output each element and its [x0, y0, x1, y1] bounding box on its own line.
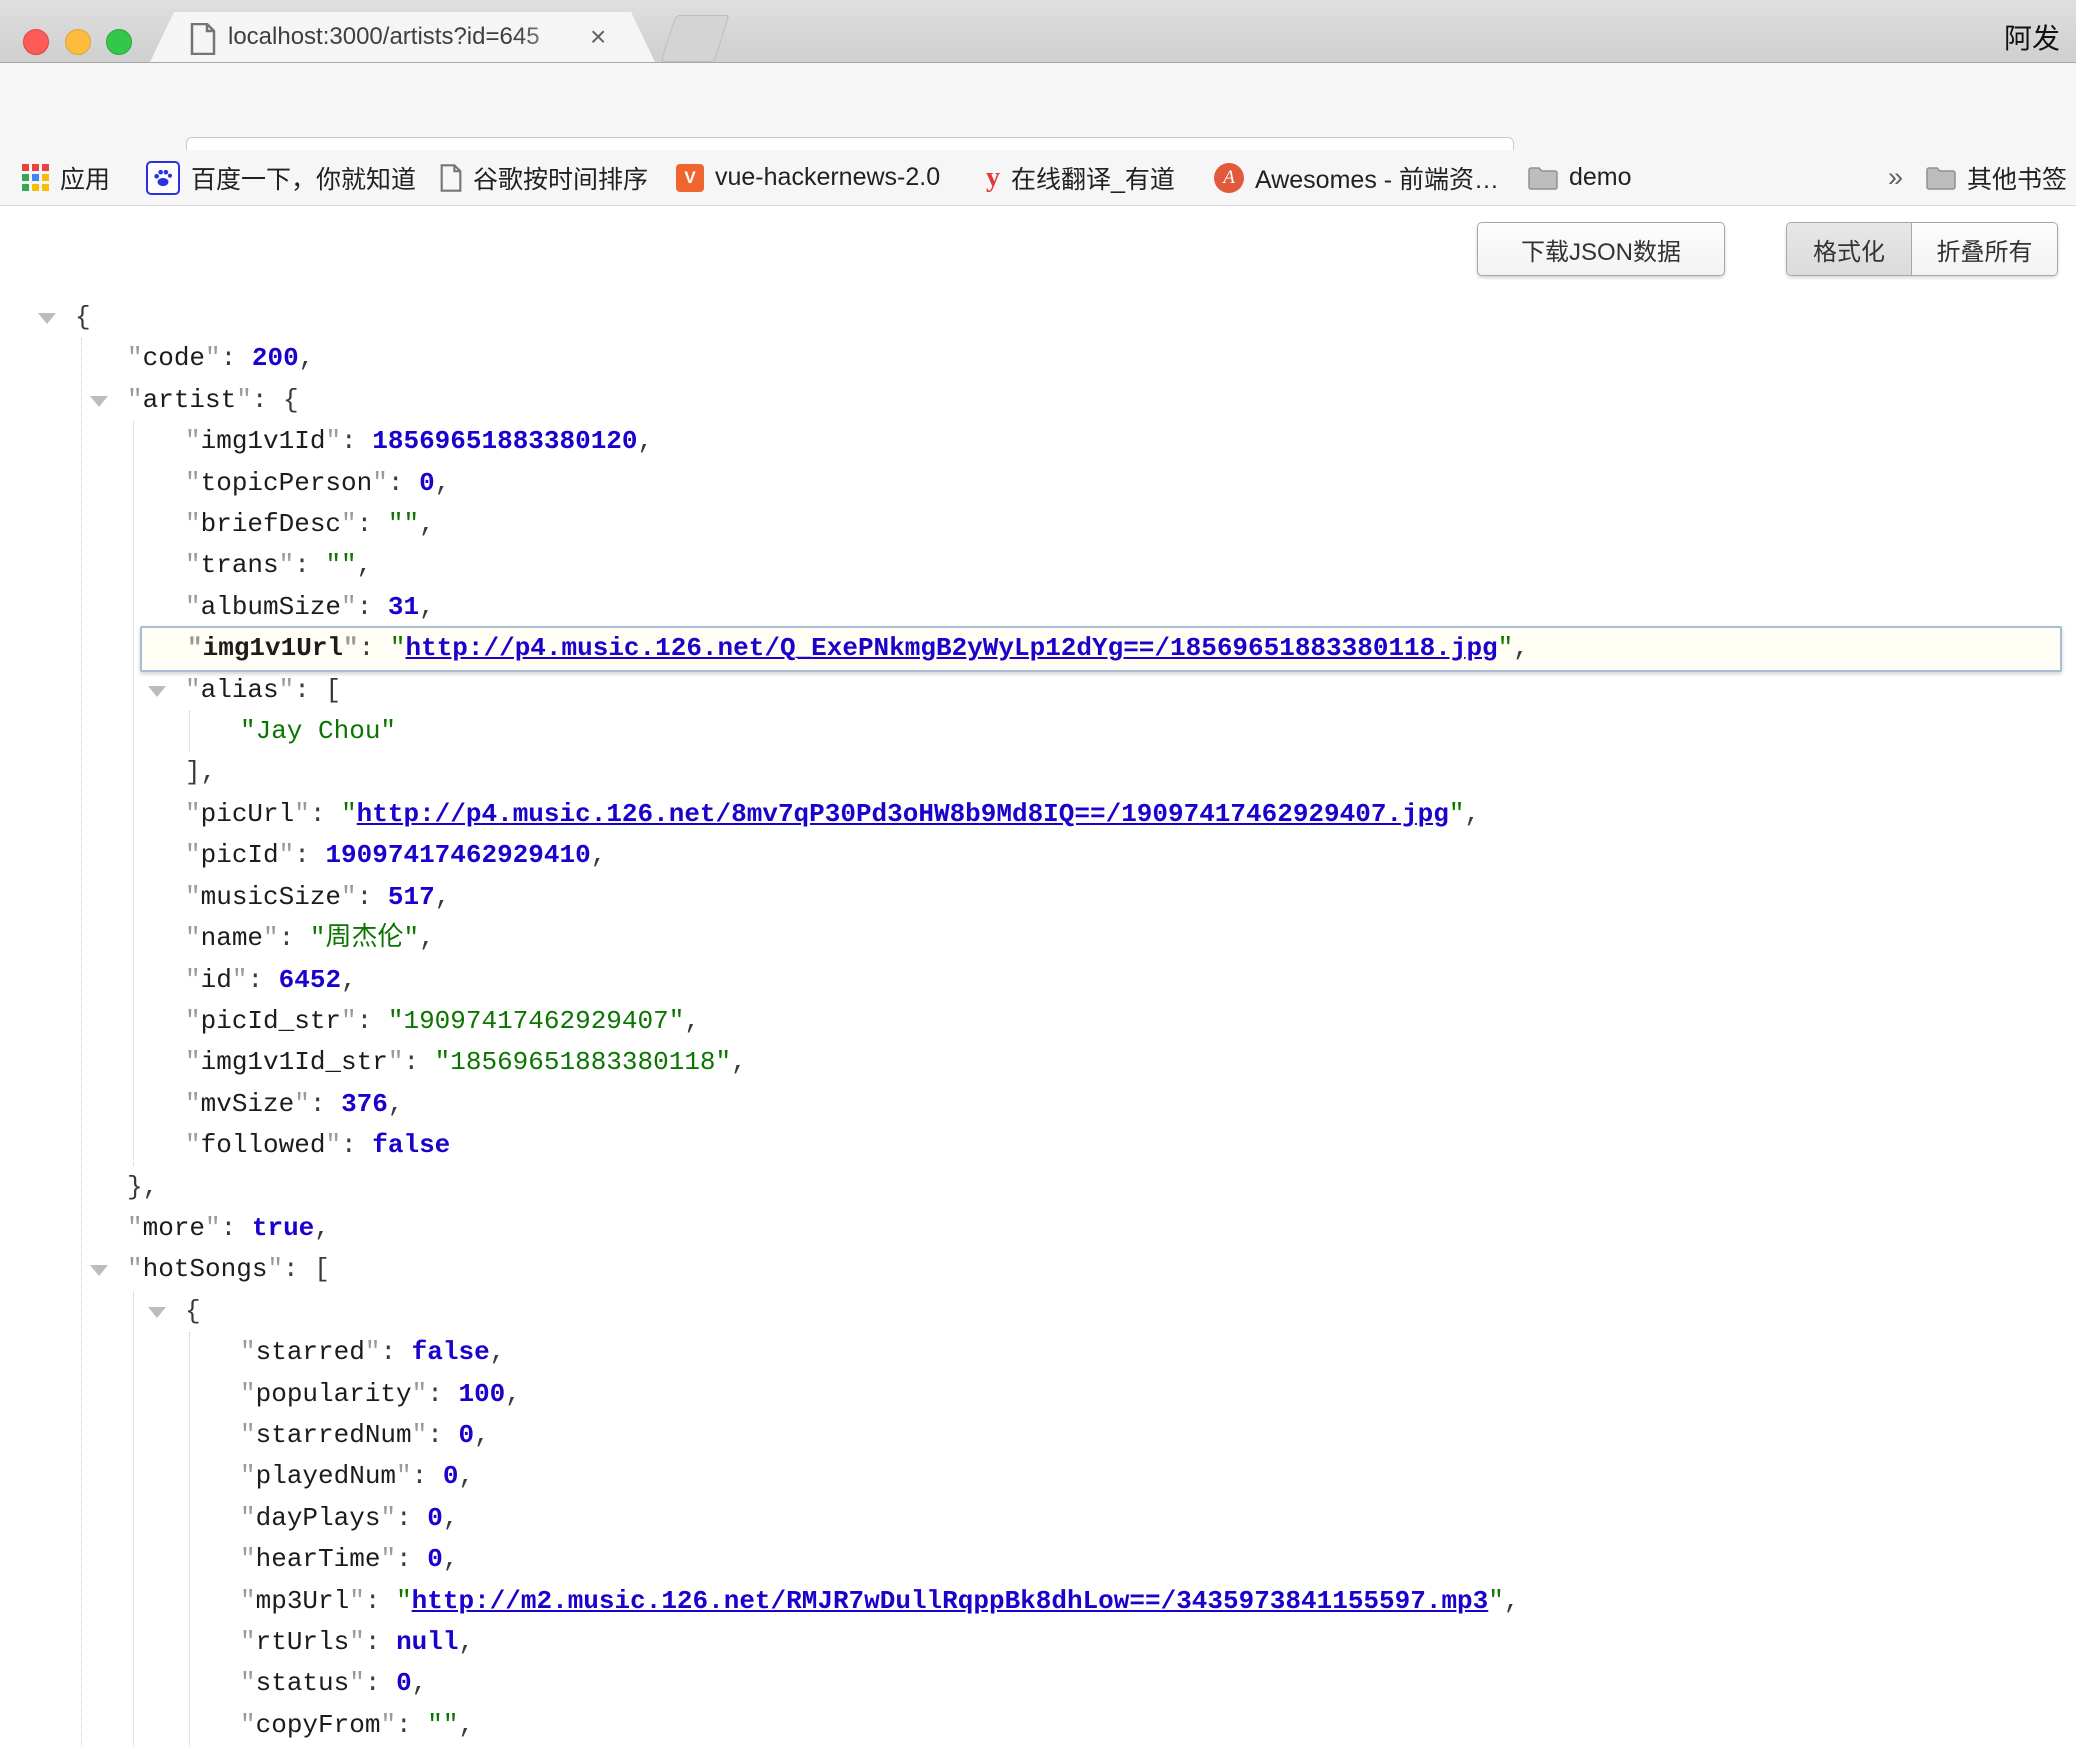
json-line: },: [0, 1167, 2076, 1208]
json-line: {: [0, 297, 2076, 338]
view-mode-segmented-control: 格式化 折叠所有: [1786, 222, 2058, 276]
browser-profile-name[interactable]: 阿发: [2004, 17, 2060, 57]
json-line: "name": "周杰伦",: [0, 918, 2076, 959]
json-line: "trans": "",: [0, 545, 2076, 586]
json-line: "code": 200,: [0, 338, 2076, 379]
bookmarks-bar: 应用 百度一下，你就知道 谷歌按时间排序 V vue-hackernews-2.…: [0, 150, 2076, 206]
json-line: "hotSongs": [: [0, 1249, 2076, 1290]
apps-grid-icon: [22, 164, 49, 191]
bookmark-label: vue-hackernews-2.0: [715, 163, 940, 192]
bookmark-youdao[interactable]: y 在线翻译_有道: [986, 150, 1175, 205]
json-line: "mvSize": 376,: [0, 1084, 2076, 1125]
json-line: "Jay Chou": [0, 711, 2076, 752]
tab-title: localhost:3000/artists?id=645: [228, 23, 588, 53]
document-icon: [440, 164, 462, 192]
json-line: "alias": [: [0, 670, 2076, 711]
bookmark-label: 谷歌按时间排序: [473, 160, 648, 196]
bookmark-demo-folder[interactable]: demo: [1528, 150, 1632, 205]
json-line: "img1v1Id_str": "18569651883380118",: [0, 1042, 2076, 1083]
json-line-highlighted: "img1v1Url": "http://p4.music.126.net/Q_…: [140, 626, 2062, 671]
json-line: "artist": {: [0, 380, 2076, 421]
collapse-triangle-icon[interactable]: [148, 686, 166, 697]
other-bookmarks-label: 其他书签: [1967, 160, 2067, 196]
browser-toolbar: localhost:3000/artists?id=6452 V 英en FE …: [0, 63, 2076, 150]
json-line: "img1v1Id": 18569651883380120,: [0, 421, 2076, 462]
collapse-triangle-icon[interactable]: [90, 396, 108, 407]
browser-tab[interactable]: localhost:3000/artists?id=645 ×: [150, 12, 655, 62]
bookmark-label: 百度一下，你就知道: [191, 160, 416, 196]
tab-close-icon[interactable]: ×: [590, 20, 606, 54]
bookmark-label: 在线翻译_有道: [1011, 160, 1175, 196]
json-line: "popularity": 100,: [0, 1374, 2076, 1415]
new-tab-button[interactable]: [660, 15, 729, 62]
bookmark-label: Awesomes - 前端资…: [1255, 160, 1499, 196]
json-line: "followed": false: [0, 1125, 2076, 1166]
json-line: "musicSize": 517,: [0, 877, 2076, 918]
json-line: "more": true,: [0, 1208, 2076, 1249]
json-url-link[interactable]: http://m2.music.126.net/RMJR7wDullRqppBk…: [412, 1586, 1489, 1616]
json-line: "starred": false,: [0, 1332, 2076, 1373]
json-line: ],: [0, 752, 2076, 793]
json-line: {: [0, 1291, 2076, 1332]
json-line: "status": 0,: [0, 1663, 2076, 1704]
download-json-button[interactable]: 下载JSON数据: [1477, 222, 1725, 276]
json-line: "copyFrom": "",: [0, 1705, 2076, 1746]
window-minimize-button[interactable]: [65, 29, 91, 55]
youdao-y-icon: y: [986, 162, 1000, 194]
bookmarks-overflow-chevron[interactable]: »: [1888, 150, 1903, 205]
bookmark-apps[interactable]: 应用: [22, 150, 110, 205]
json-line: "dayPlays": 0,: [0, 1498, 2076, 1539]
json-line: "topicPerson": 0,: [0, 463, 2076, 504]
json-line: "picId": 19097417462929410,: [0, 835, 2076, 876]
bookmark-awesomes[interactable]: A Awesomes - 前端资…: [1214, 150, 1499, 205]
collapse-all-button[interactable]: 折叠所有: [1912, 223, 2057, 275]
bookmark-google-sort[interactable]: 谷歌按时间排序: [440, 150, 648, 205]
json-line: "mp3Url": "http://m2.music.126.net/RMJR7…: [0, 1581, 2076, 1622]
folder-icon: [1528, 166, 1558, 190]
json-url-link[interactable]: http://p4.music.126.net/8mv7qP30Pd3oHW8b…: [357, 799, 1449, 829]
collapse-triangle-icon[interactable]: [38, 313, 56, 324]
window-titlebar: localhost:3000/artists?id=645 × 阿发: [0, 0, 2076, 63]
awesomes-a-icon: A: [1214, 163, 1244, 193]
json-line: "briefDesc": "",: [0, 504, 2076, 545]
json-line: "hearTime": 0,: [0, 1539, 2076, 1580]
bookmark-baidu[interactable]: 百度一下，你就知道: [146, 150, 416, 205]
json-viewer: {"code": 200,"artist": {"img1v1Id": 1856…: [0, 297, 2076, 1746]
json-line: "albumSize": 31,: [0, 587, 2076, 628]
baidu-paw-icon: [146, 161, 180, 195]
window-close-button[interactable]: [23, 29, 49, 55]
bookmark-vue-hackernews[interactable]: V vue-hackernews-2.0: [676, 150, 940, 205]
json-url-link[interactable]: http://p4.music.126.net/Q_ExePNkmgB2yWyL…: [405, 633, 1497, 663]
folder-icon: [1926, 166, 1956, 190]
json-line: "id": 6452,: [0, 960, 2076, 1001]
json-line: "starredNum": 0,: [0, 1415, 2076, 1456]
collapse-triangle-icon[interactable]: [90, 1265, 108, 1276]
window-zoom-button[interactable]: [106, 29, 132, 55]
json-line: "playedNum": 0,: [0, 1456, 2076, 1497]
bookmark-label: 应用: [60, 160, 110, 196]
json-line: "picId_str": "19097417462929407",: [0, 1001, 2076, 1042]
page-favicon-icon: [190, 23, 216, 60]
json-line: "picUrl": "http://p4.music.126.net/8mv7q…: [0, 794, 2076, 835]
vue-v-icon: V: [676, 164, 704, 192]
json-line: "rtUrls": null,: [0, 1622, 2076, 1663]
collapse-triangle-icon[interactable]: [148, 1307, 166, 1318]
format-button[interactable]: 格式化: [1787, 223, 1912, 275]
bookmark-label: demo: [1569, 163, 1632, 192]
other-bookmarks-folder[interactable]: 其他书签: [1926, 150, 2067, 205]
